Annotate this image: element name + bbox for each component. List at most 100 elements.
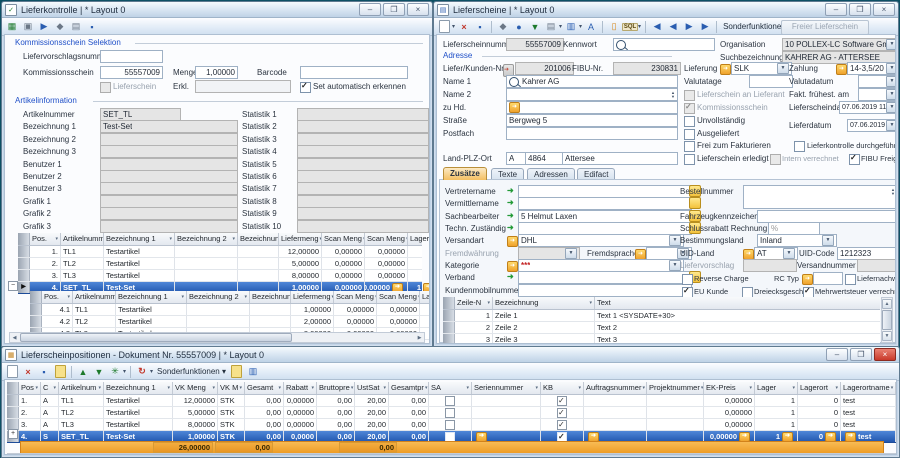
restore-button[interactable]: ❐ bbox=[849, 3, 871, 16]
row-marker[interactable] bbox=[30, 291, 42, 303]
column-header[interactable]: Seriennummer bbox=[472, 382, 541, 394]
column-header[interactable]: Bruttopre bbox=[317, 382, 355, 394]
eraser-icon[interactable]: ◆ bbox=[53, 20, 67, 33]
row-expander-icon[interactable]: + bbox=[8, 429, 18, 439]
column-header[interactable]: Bezeichnung 2 bbox=[175, 233, 238, 245]
row-marker[interactable] bbox=[18, 246, 30, 257]
grid-cell[interactable]: 0,00 bbox=[245, 395, 284, 406]
drilldown-arrow-icon[interactable]: ➜ bbox=[588, 432, 599, 442]
table-row[interactable]: 2.ATL2Testartikel5,00000STK0,000,000000,… bbox=[7, 407, 897, 419]
vermittlername-input[interactable] bbox=[518, 197, 692, 210]
grid-cell[interactable]: TL2 bbox=[61, 258, 104, 269]
column-header[interactable]: EK-Preis bbox=[704, 382, 755, 394]
grid-cell[interactable]: Testartikel bbox=[116, 316, 187, 327]
grid-cell[interactable]: TL1 bbox=[73, 304, 116, 315]
green-arrow-icon[interactable]: ➜ bbox=[507, 198, 514, 207]
column-header[interactable]: Gesamt bbox=[245, 382, 284, 394]
plz-input[interactable]: 4864 bbox=[525, 152, 565, 165]
table-row[interactable]: 3.ATL3Testartikel8,00000STK0,000,000000,… bbox=[7, 419, 897, 431]
column-header[interactable]: Scan Meng bbox=[365, 233, 408, 245]
grid-cell[interactable]: 1 bbox=[408, 258, 430, 269]
grid-cell[interactable] bbox=[472, 419, 541, 430]
grid-cell[interactable] bbox=[429, 407, 472, 418]
grid-cell[interactable]: STK bbox=[218, 395, 245, 406]
grid-cell[interactable]: 8,00000 bbox=[173, 419, 218, 430]
grid-cell[interactable] bbox=[175, 246, 238, 257]
green-arrow-icon[interactable]: ➜ bbox=[507, 211, 514, 220]
grid-cell[interactable]: 0,00000 bbox=[322, 246, 365, 257]
grid-cell[interactable]: 1 bbox=[408, 270, 430, 281]
column-header[interactable]: Liefermeng bbox=[291, 291, 334, 303]
grid-cell[interactable]: Testartikel bbox=[104, 270, 175, 281]
frei-zum-fakturieren-checkbox[interactable] bbox=[684, 141, 695, 152]
grid-cell[interactable]: TL3 bbox=[59, 419, 104, 430]
row-marker[interactable] bbox=[7, 407, 19, 418]
calendar-dropdown-icon[interactable]: ▼ bbox=[886, 102, 896, 113]
calendar-dropdown-icon[interactable]: ▼ bbox=[886, 120, 896, 131]
column-header[interactable]: C bbox=[41, 382, 59, 394]
grid-cell[interactable]: 2 bbox=[455, 322, 493, 333]
cell-checkbox[interactable] bbox=[445, 420, 455, 430]
fakt-fruehest-input[interactable]: ▼ bbox=[858, 88, 896, 101]
grid-cell[interactable]: 5,00000 bbox=[173, 407, 218, 418]
grid-cell[interactable] bbox=[429, 395, 472, 406]
grid-cell[interactable] bbox=[541, 407, 584, 418]
column-header[interactable]: CA bbox=[896, 382, 897, 394]
name1-input[interactable]: Kahrer AG bbox=[506, 75, 678, 88]
grid-cell[interactable] bbox=[647, 407, 704, 418]
column-header[interactable]: Lager bbox=[755, 382, 798, 394]
grid-cell[interactable]: 0,00000 bbox=[284, 395, 317, 406]
row-marker[interactable] bbox=[443, 310, 455, 321]
grid-cell[interactable]: 0,00000 bbox=[704, 407, 755, 418]
new-document-icon[interactable] bbox=[5, 365, 19, 378]
column-header[interactable]: Zeile-N bbox=[455, 297, 493, 309]
grid-cell[interactable] bbox=[584, 407, 647, 418]
column-header[interactable]: Bezeichnun bbox=[250, 291, 291, 303]
green-arrow-icon[interactable]: ➜ bbox=[507, 186, 514, 195]
grid-cell[interactable]: Testartikel bbox=[104, 246, 175, 257]
column-header[interactable]: Bezeichnung bbox=[493, 297, 595, 309]
grid-cell[interactable]: Testartikel bbox=[104, 419, 173, 430]
new-document-icon[interactable] bbox=[437, 20, 451, 33]
grid-cell[interactable]: 0,00000 bbox=[334, 304, 377, 315]
grid-cell[interactable]: 1 bbox=[420, 304, 430, 315]
close-button[interactable]: × bbox=[874, 348, 896, 361]
column-header[interactable]: KB bbox=[541, 382, 584, 394]
grid-cell[interactable]: Testartikel bbox=[116, 304, 187, 315]
green-arrow-icon[interactable]: ➜ bbox=[507, 223, 514, 232]
dropdown-icon[interactable]: ▼ bbox=[886, 63, 896, 74]
titlebar-lieferscheine[interactable]: ▤ Lieferscheine | * Layout 0 – ❐ × bbox=[434, 2, 898, 18]
grid-cell[interactable]: TL1 bbox=[59, 395, 104, 406]
grid-cell[interactable]: 1. bbox=[30, 246, 61, 257]
lieferkontrolle-durchgefuehrt-checkbox[interactable] bbox=[794, 141, 805, 152]
grid-cell[interactable]: 0,00 bbox=[389, 395, 429, 406]
column-header[interactable]: Liefermeng bbox=[279, 233, 322, 245]
scrollbar-thumb[interactable] bbox=[20, 333, 292, 342]
grid-cell[interactable]: 3. bbox=[30, 270, 61, 281]
save-icon[interactable]: ▪ bbox=[37, 365, 51, 378]
kundenmobilnummer-input[interactable] bbox=[518, 284, 692, 297]
column-header[interactable]: Lager bbox=[408, 233, 430, 245]
row-marker[interactable]: ▶ bbox=[18, 282, 30, 293]
column-header[interactable]: Bezeichnung 1 bbox=[104, 233, 175, 245]
restore-button[interactable]: ❐ bbox=[850, 348, 872, 361]
table-row[interactable]: 1.TL1Testartikel12,000000,000000,000001 bbox=[18, 246, 422, 258]
row-marker[interactable] bbox=[7, 395, 19, 406]
move-up-icon[interactable]: ▲ bbox=[76, 365, 90, 378]
grid-cell[interactable] bbox=[238, 270, 279, 281]
cell-checkbox[interactable] bbox=[557, 420, 567, 430]
dropdown-icon[interactable]: ▼ bbox=[777, 63, 789, 74]
grid-cell[interactable] bbox=[175, 270, 238, 281]
grid-cell[interactable]: 0,00000 bbox=[704, 419, 755, 430]
bestellnummer-textarea[interactable]: ▲▼ bbox=[743, 185, 896, 209]
table-row[interactable]: 2.TL2Testartikel5,000000,000000,000001 bbox=[18, 258, 422, 270]
zahlung-select[interactable]: 14-3,5/20▼ bbox=[847, 62, 896, 75]
grid-cell[interactable] bbox=[238, 258, 279, 269]
row-marker[interactable] bbox=[443, 297, 455, 309]
grid-cell[interactable]: 0,00000 bbox=[365, 258, 408, 269]
grid-cell[interactable]: 5,00000 bbox=[279, 258, 322, 269]
grid-cell[interactable]: Zeile 2 bbox=[493, 322, 595, 333]
lookup-icon[interactable] bbox=[689, 197, 701, 209]
column-header[interactable]: Pos. bbox=[42, 291, 73, 303]
nav-last-icon[interactable]: ▶ bbox=[698, 20, 712, 33]
